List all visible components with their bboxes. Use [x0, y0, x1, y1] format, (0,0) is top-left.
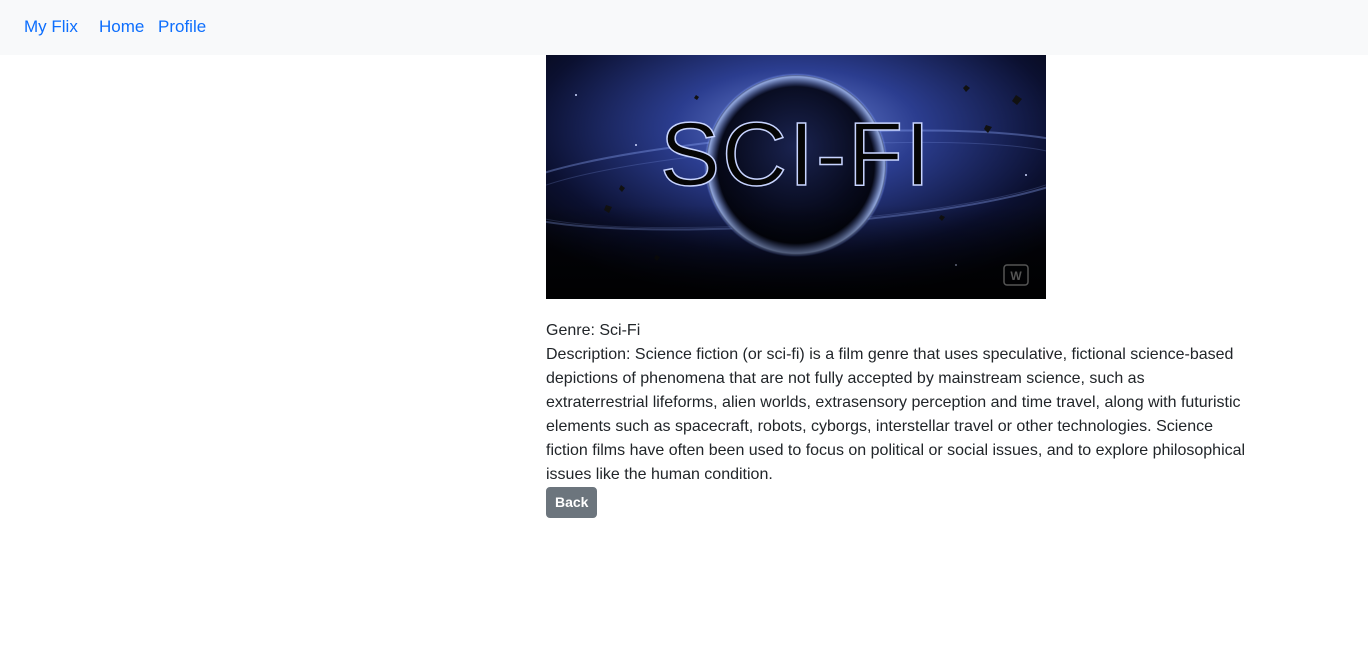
image-watermark: W: [1010, 269, 1022, 283]
navbar: My Flix Home Profile: [0, 0, 1368, 55]
genre-description: Science fiction (or sci-fi) is a film ge…: [546, 346, 1246, 483]
genre-name-label: Genre:: [546, 322, 600, 339]
genre-description-label: Description:: [546, 346, 635, 363]
brand-link[interactable]: My Flix: [24, 16, 78, 38]
image-title-text: SCI-FI: [660, 105, 932, 205]
genre-details: Genre: Sci-Fi Description: Science ficti…: [546, 319, 1246, 518]
genre-name: Sci-Fi: [599, 322, 641, 339]
nav-link-profile[interactable]: Profile: [158, 16, 206, 38]
genre-image: SCI-FI W: [546, 55, 1046, 299]
genre-name-row: Genre: Sci-Fi: [546, 319, 1246, 343]
nav-link-home[interactable]: Home: [99, 16, 144, 38]
genre-description-row: Description: Science fiction (or sci-fi)…: [546, 343, 1246, 487]
back-button[interactable]: Back: [546, 487, 598, 518]
